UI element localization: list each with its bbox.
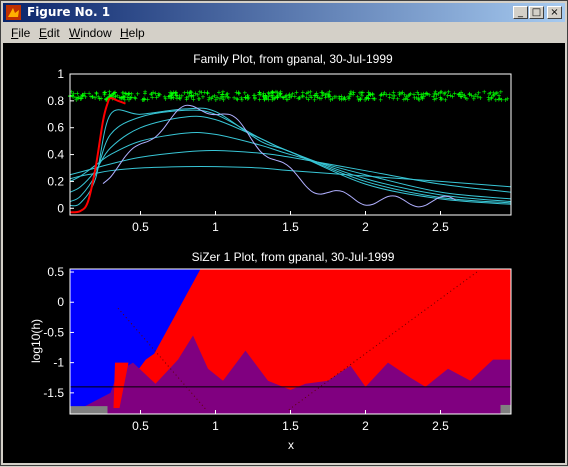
data-point: +: [358, 95, 363, 104]
data-point: +: [70, 91, 75, 100]
data-point: +: [236, 89, 241, 98]
data-point: +: [328, 95, 333, 104]
family-curve: [69, 149, 512, 193]
x-tick-label: 1.5: [282, 220, 299, 234]
family-plot-title: Family Plot, from gpanal, 30-Jul-1999: [193, 52, 393, 66]
data-point: +: [283, 92, 288, 101]
family-curve: [69, 131, 512, 200]
sizer-xlabel: x: [288, 438, 294, 452]
data-point: +: [188, 88, 193, 97]
figure-canvas: Family Plot, from gpanal, 30-Jul-1999 + +…: [3, 43, 565, 463]
data-point: +: [372, 95, 377, 104]
data-point: +: [494, 95, 499, 104]
data-point: +: [129, 89, 134, 98]
sizer-plot-axes: SiZer 1 Plot, from gpanal, 30-Jul-1999 0…: [29, 250, 512, 452]
data-point: +: [381, 90, 386, 99]
data-point: +: [434, 91, 439, 100]
data-point: +: [351, 88, 356, 97]
y-tick-label: 0.8: [47, 94, 64, 108]
y-tick-label: 0: [57, 295, 64, 309]
y-tick-label: 0.4: [47, 148, 64, 162]
data-point: +: [392, 92, 397, 101]
sizer-plot-title: SiZer 1 Plot, from gpanal, 30-Jul-1999: [192, 250, 395, 264]
x-tick-label: 1: [212, 419, 219, 433]
x-tick-label: 2.5: [432, 419, 449, 433]
data-point: +: [94, 88, 99, 97]
data-point: +: [270, 88, 275, 97]
data-point: +: [320, 88, 325, 97]
data-point: +: [212, 91, 217, 100]
family-curve: [69, 115, 512, 203]
y-tick-label: -0.5: [43, 325, 64, 339]
data-point: +: [257, 95, 262, 104]
data-point: +: [278, 89, 283, 98]
data-point: +: [80, 91, 85, 100]
menu-window[interactable]: Window: [69, 26, 112, 40]
x-tick-label: 2: [362, 419, 369, 433]
menu-help[interactable]: Help: [120, 26, 145, 40]
data-point: +: [456, 91, 461, 100]
data-point: +: [341, 94, 346, 103]
data-point: +: [308, 92, 313, 101]
x-tick-label: 0.5: [132, 220, 149, 234]
data-point: +: [87, 89, 92, 98]
data-point: +: [312, 91, 317, 100]
y-tick-label: -1: [53, 356, 64, 370]
y-tick-label: 0.6: [47, 121, 64, 135]
x-tick-label: 2.5: [432, 220, 449, 234]
title-bar[interactable]: Figure No. 1 _ □ ×: [3, 3, 565, 22]
figure-window: Figure No. 1 _ □ × File Edit Window Help…: [0, 0, 568, 466]
data-point: +: [296, 94, 301, 103]
y-tick-label: -1.5: [43, 386, 64, 400]
data-point: +: [503, 95, 508, 104]
sizer-sparse-right: [500, 404, 511, 414]
x-tick-label: 0.5: [132, 419, 149, 433]
x-tick-label: 2: [362, 220, 369, 234]
data-point: +: [252, 91, 257, 100]
raw-estimate-curve: [102, 104, 456, 208]
y-tick-label: 0: [57, 201, 64, 215]
data-point: +: [142, 94, 147, 103]
menu-bar: File Edit Window Help: [3, 23, 565, 42]
maximize-button[interactable]: □: [529, 6, 544, 19]
x-tick-label: 1: [212, 220, 219, 234]
figure-svg: Family Plot, from gpanal, 30-Jul-1999 ++…: [29, 52, 512, 452]
data-point: +: [407, 90, 412, 99]
highlight-curve: [69, 97, 126, 214]
data-point: +: [113, 88, 118, 97]
sizer-ylabel: log10(h): [29, 319, 43, 363]
data-point: +: [243, 93, 248, 102]
data-point: +: [195, 91, 200, 100]
menu-edit[interactable]: Edit: [39, 26, 60, 40]
data-point: +: [472, 93, 477, 102]
data-point: +: [423, 89, 428, 98]
data-point: +: [207, 93, 212, 102]
x-tick-label: 1.5: [282, 419, 299, 433]
window-title: Figure No. 1: [27, 5, 111, 19]
close-button[interactable]: ×: [547, 6, 562, 19]
data-point: +: [417, 95, 422, 104]
y-tick-label: 1: [57, 67, 64, 81]
data-point: +: [497, 94, 502, 103]
minimize-button[interactable]: _: [513, 6, 528, 19]
y-tick-label: 0.2: [47, 174, 64, 188]
data-point: +: [397, 89, 402, 98]
data-point: +: [182, 89, 187, 98]
data-point: +: [171, 88, 176, 97]
family-plot-axes: Family Plot, from gpanal, 30-Jul-1999 ++…: [47, 52, 512, 234]
family-curve: [69, 165, 512, 188]
sizer-sparse-left: [70, 406, 108, 414]
menu-file[interactable]: File: [11, 26, 30, 40]
data-point: +: [488, 88, 493, 97]
y-tick-label: 0.5: [47, 265, 64, 279]
data-point: +: [443, 88, 448, 97]
family-curve: [69, 109, 512, 204]
data-point: +: [151, 88, 156, 97]
data-point: +: [263, 94, 268, 103]
data-point: +: [221, 95, 226, 104]
matlab-icon: [6, 5, 21, 20]
